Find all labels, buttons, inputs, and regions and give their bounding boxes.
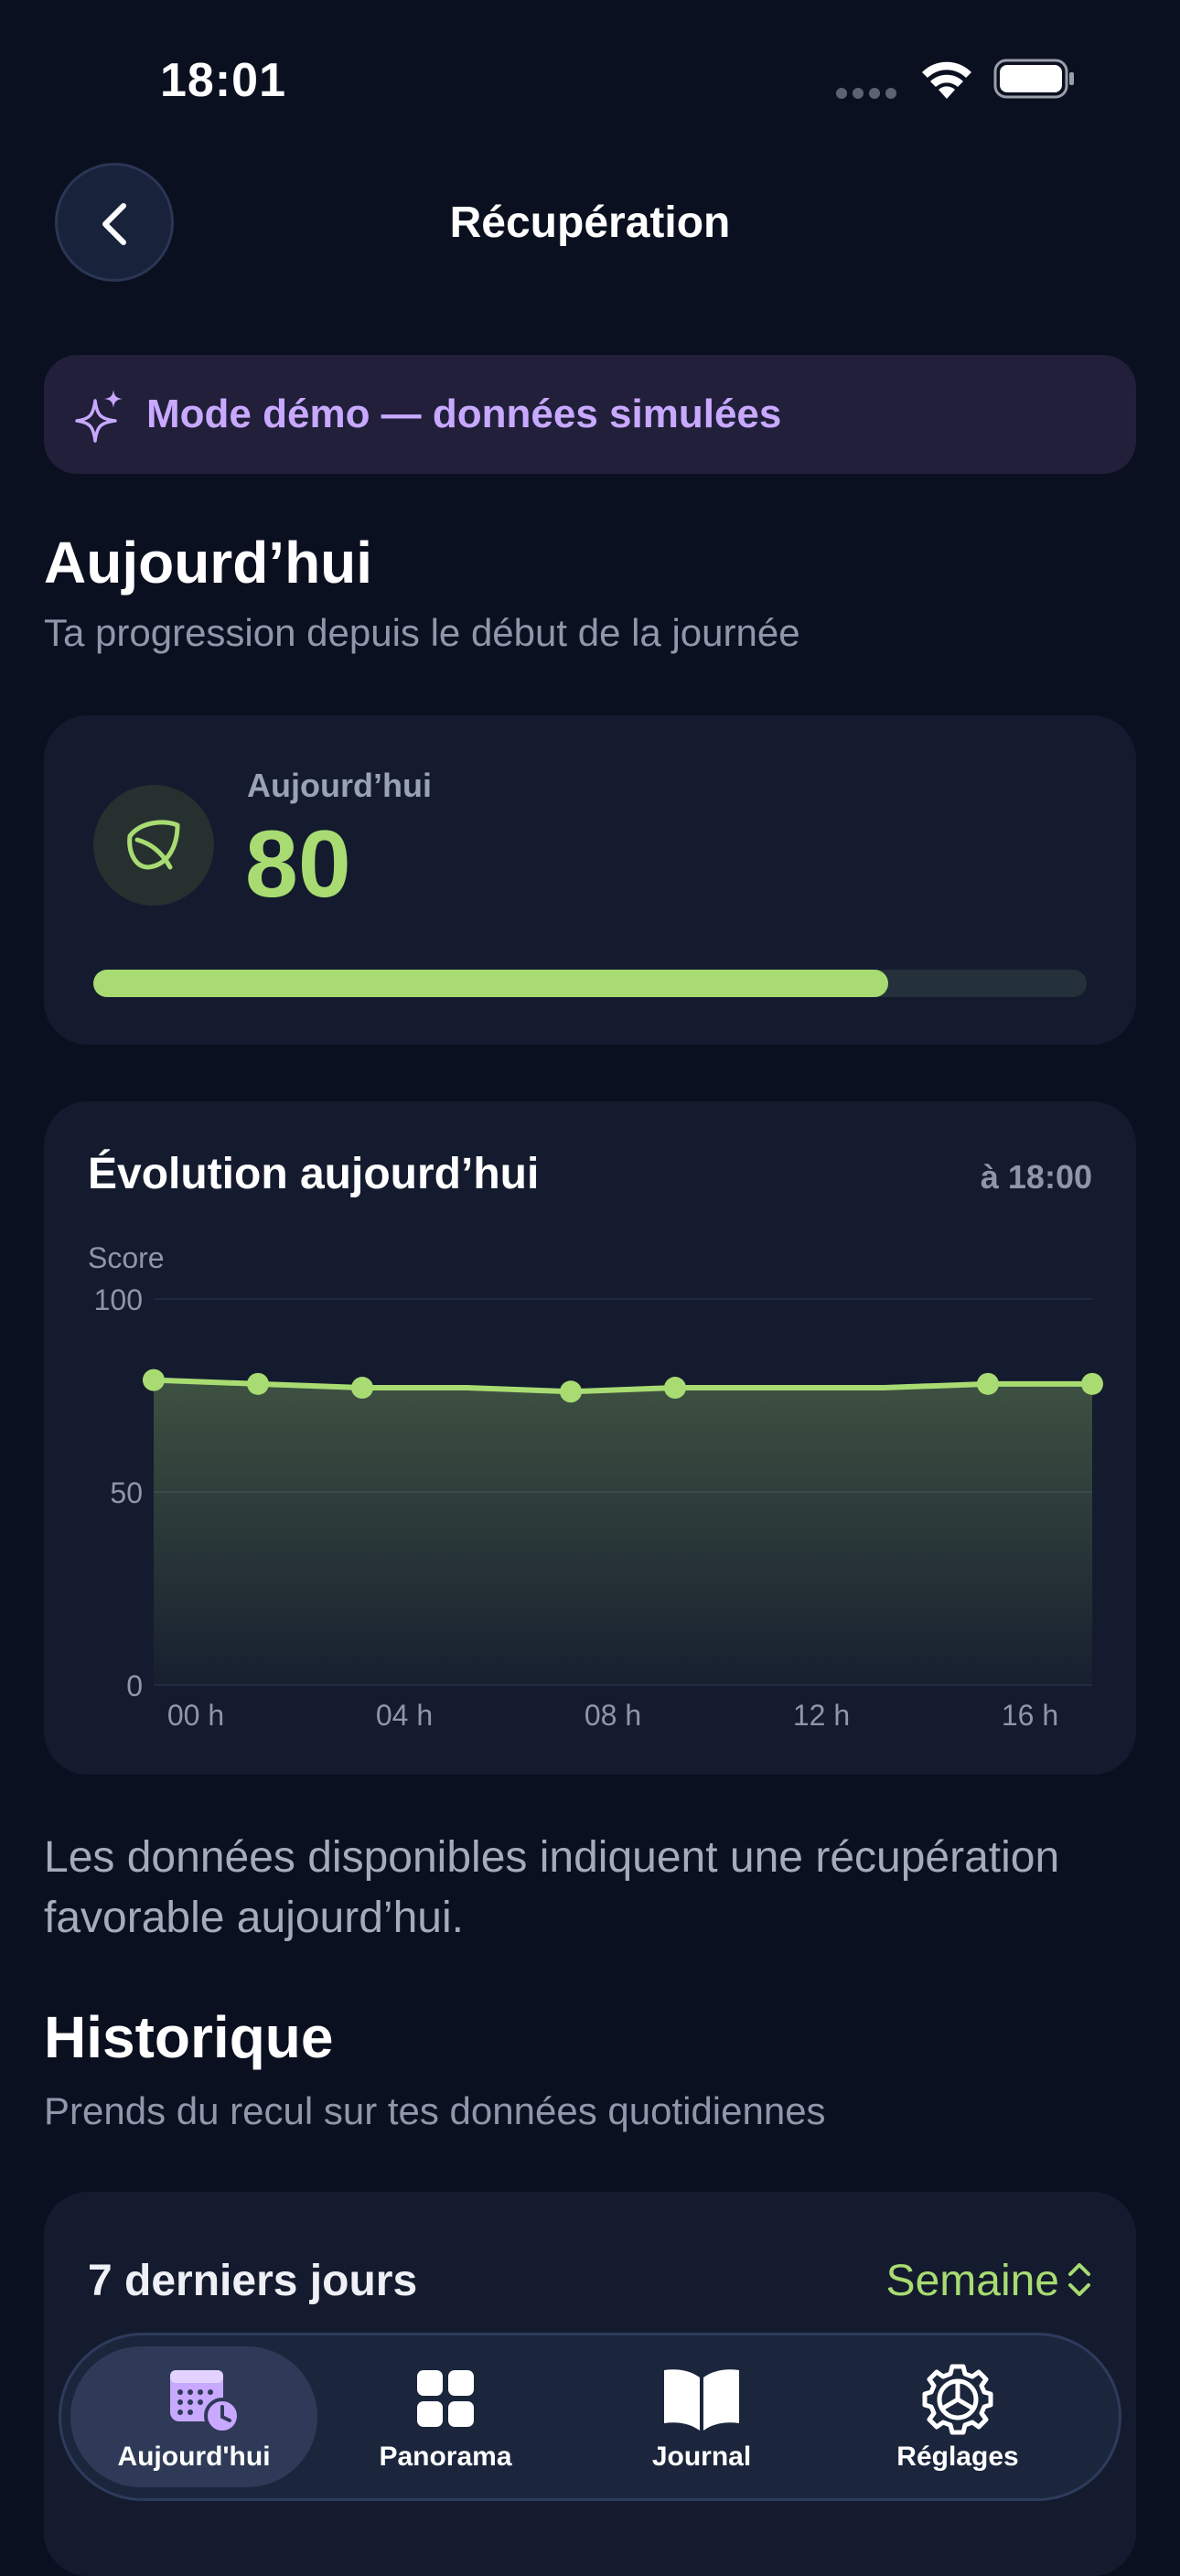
today-score-label: Aujourd’hui bbox=[247, 767, 432, 804]
calendar-clock-icon bbox=[170, 2370, 241, 2434]
status-time: 18:01 bbox=[160, 54, 286, 107]
chevron-up-down-icon[interactable] bbox=[1067, 2259, 1092, 2300]
data-point bbox=[351, 1377, 373, 1400]
book-icon bbox=[664, 2369, 739, 2431]
score-progress-bar bbox=[93, 970, 1087, 997]
series-area bbox=[154, 1379, 1092, 1685]
x-tick-label: 00 h bbox=[167, 1699, 224, 1732]
x-tick-label: 12 h bbox=[793, 1699, 850, 1732]
x-tick-label: 16 h bbox=[1002, 1699, 1058, 1732]
leaf-icon-badge bbox=[93, 785, 214, 906]
tab-settings[interactable]: Réglages bbox=[834, 2346, 1081, 2487]
data-point bbox=[247, 1372, 269, 1395]
today-section-subtitle: Ta progression depuis le début de la jou… bbox=[44, 611, 800, 654]
tab-bar: Aujourd'hui Panorama Journal Réglages bbox=[59, 2333, 1121, 2501]
y-tick-label: 50 bbox=[110, 1476, 143, 1509]
data-point bbox=[143, 1368, 165, 1391]
today-score-card[interactable]: Aujourd’hui 80 bbox=[44, 715, 1136, 1045]
x-tick-label: 04 h bbox=[376, 1699, 433, 1732]
today-score-value: 80 bbox=[245, 811, 351, 918]
tab-label: Panorama bbox=[379, 2442, 512, 2472]
sparkle-icon bbox=[75, 390, 123, 443]
tab-label: Journal bbox=[651, 2442, 752, 2472]
tab-label: Aujourd'hui bbox=[117, 2442, 271, 2472]
gear-icon bbox=[922, 2364, 993, 2435]
battery-icon bbox=[993, 59, 1074, 99]
tab-today[interactable]: Aujourd'hui bbox=[70, 2346, 317, 2487]
x-tick-label: 08 h bbox=[585, 1699, 641, 1732]
today-section-title: Aujourd’hui bbox=[44, 530, 373, 596]
history-card-title: 7 derniers jours bbox=[88, 2257, 418, 2305]
history-section-subtitle: Prends du recul sur tes données quotidie… bbox=[44, 2089, 826, 2132]
data-point bbox=[560, 1380, 582, 1403]
y-tick-label: 100 bbox=[94, 1283, 143, 1316]
y-tick-label: 0 bbox=[126, 1669, 143, 1702]
tab-panorama[interactable]: Panorama bbox=[322, 2346, 569, 2487]
tab-journal[interactable]: Journal bbox=[578, 2346, 825, 2487]
period-selector[interactable]: Semaine bbox=[886, 2256, 1059, 2306]
y-axis-label: Score bbox=[88, 1241, 165, 1274]
grid-icon bbox=[417, 2370, 474, 2427]
evolution-chart: Score 0 50 100 00 h 04 h 08 h 12 h 16 h bbox=[88, 1241, 1103, 1732]
evolution-chart-card[interactable]: Évolution aujourd’hui à 18:00 Score 0 50 10… bbox=[44, 1101, 1136, 1775]
page-title: Récupération bbox=[449, 199, 731, 247]
score-progress-fill bbox=[93, 970, 888, 997]
demo-mode-text: Mode démo — données simulées bbox=[146, 392, 782, 436]
data-point bbox=[664, 1377, 686, 1400]
leaf-icon bbox=[127, 820, 180, 870]
tab-label: Réglages bbox=[896, 2442, 1019, 2472]
history-section-title: Historique bbox=[44, 2004, 334, 2070]
wifi-icon bbox=[922, 61, 971, 99]
recovery-summary: Les données disponibles indiquent une ré… bbox=[44, 1833, 1060, 1942]
data-point bbox=[977, 1372, 999, 1395]
data-point bbox=[1081, 1372, 1103, 1395]
demo-mode-banner: Mode démo — données simulées bbox=[44, 355, 1136, 474]
